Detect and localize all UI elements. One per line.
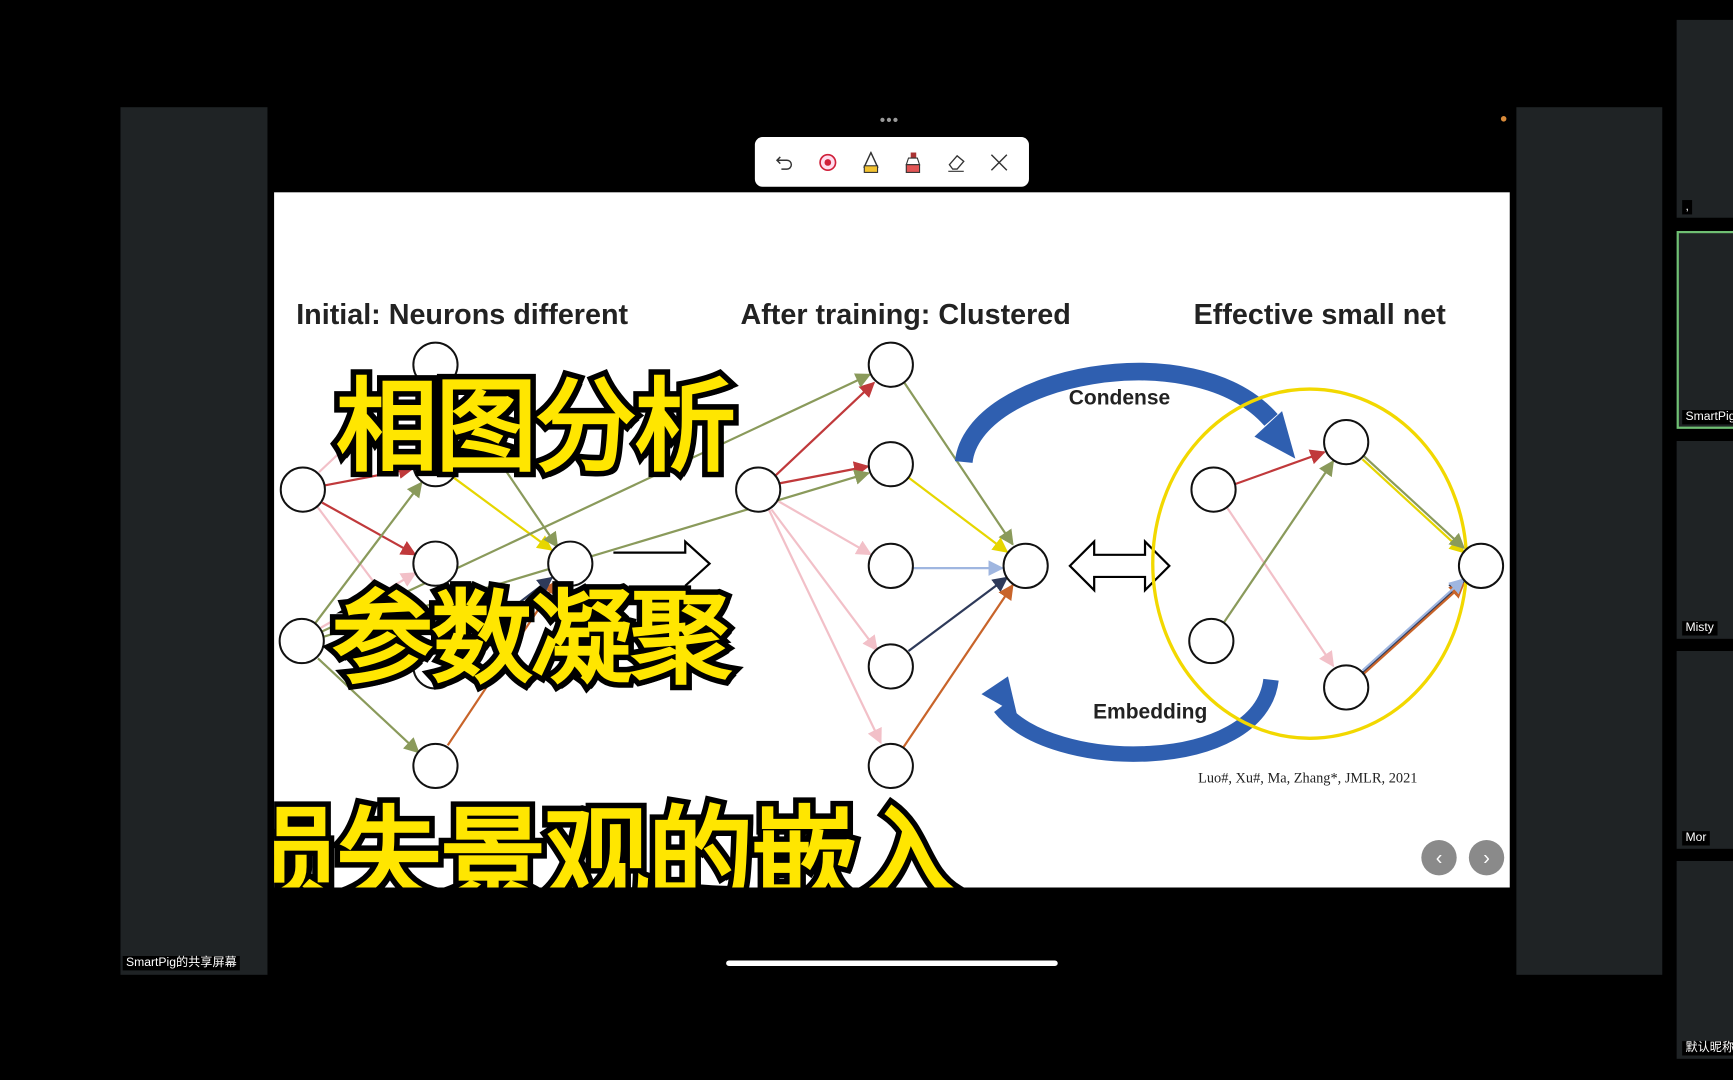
connection-arrow (1361, 578, 1465, 672)
overlay-caption-1: 相图分析 (330, 363, 741, 492)
neuron-node (867, 341, 914, 388)
connection-arrow (1361, 582, 1465, 676)
neuron-node (1190, 466, 1237, 513)
undo-icon[interactable] (771, 148, 800, 177)
participant-tile[interactable]: Mor (1676, 650, 1733, 849)
condense-label: Condense (1069, 387, 1170, 410)
highlight-ring (1151, 387, 1469, 740)
pen-icon[interactable] (856, 148, 885, 177)
participant-tile[interactable]: , (1676, 19, 1733, 218)
right-video-panel (1516, 107, 1663, 975)
neuron-node (1002, 542, 1049, 589)
highlighter-icon[interactable] (899, 148, 928, 177)
connection-arrow (1224, 505, 1335, 668)
connection-arrow (1361, 580, 1465, 674)
participant-tile-active[interactable]: SmartPig (1676, 230, 1733, 429)
neuron-node (279, 466, 326, 513)
neuron-node (278, 617, 325, 665)
heading-after-training: After training: Clustered (741, 299, 1071, 331)
previous-slide-button[interactable]: ‹ (1421, 839, 1457, 876)
presentation-slide: Initial: Neurons different After trainin… (274, 192, 1510, 888)
neuron-node (1188, 617, 1235, 665)
neuron-node (735, 466, 782, 513)
connection-arrow (770, 508, 878, 652)
annotation-toolbar (754, 137, 1029, 187)
left-video-panel: SmartPig的共享屏幕 (120, 107, 268, 975)
heading-effective-net: Effective small net (1194, 299, 1447, 331)
next-slide-button[interactable]: › (1468, 839, 1505, 876)
connection-arrow (1222, 460, 1335, 624)
heading-initial: Initial: Neurons different (296, 299, 628, 331)
overlay-caption-2: 参数凝聚 (326, 575, 737, 704)
participant-tile[interactable]: 默认昵称 (1676, 860, 1733, 1059)
neuron-node (1323, 664, 1370, 711)
eraser-icon[interactable] (942, 148, 971, 177)
recording-indicator (1500, 116, 1507, 122)
home-indicator-bar[interactable] (726, 960, 1058, 966)
neuron-node (1323, 418, 1370, 466)
connection-arrow (1233, 449, 1326, 486)
connection-arrow (902, 583, 1014, 749)
neuron-node (1457, 542, 1505, 589)
neuron-node (867, 542, 914, 589)
connection-arrow (1361, 458, 1466, 554)
embedding-label: Embedding (1093, 700, 1207, 723)
share-screen-label: SmartPig的共享屏幕 (122, 956, 241, 971)
close-icon[interactable] (984, 148, 1013, 177)
neuron-node (867, 643, 914, 690)
connection-arrow (779, 461, 870, 485)
neuron-node (867, 441, 914, 488)
more-options-dots[interactable]: ••• (880, 112, 900, 127)
connection-arrow (766, 506, 882, 745)
connection-arrow (776, 499, 873, 556)
connection-arrow (1361, 454, 1466, 550)
laser-pointer-icon[interactable] (813, 148, 842, 177)
overlay-caption-3: 损失景观的嵌入 (274, 790, 967, 888)
participant-tile[interactable]: Misty (1676, 440, 1733, 639)
citation: Luo#, Xu#, Ma, Zhang*, JMLR, 2021 (1198, 771, 1417, 787)
